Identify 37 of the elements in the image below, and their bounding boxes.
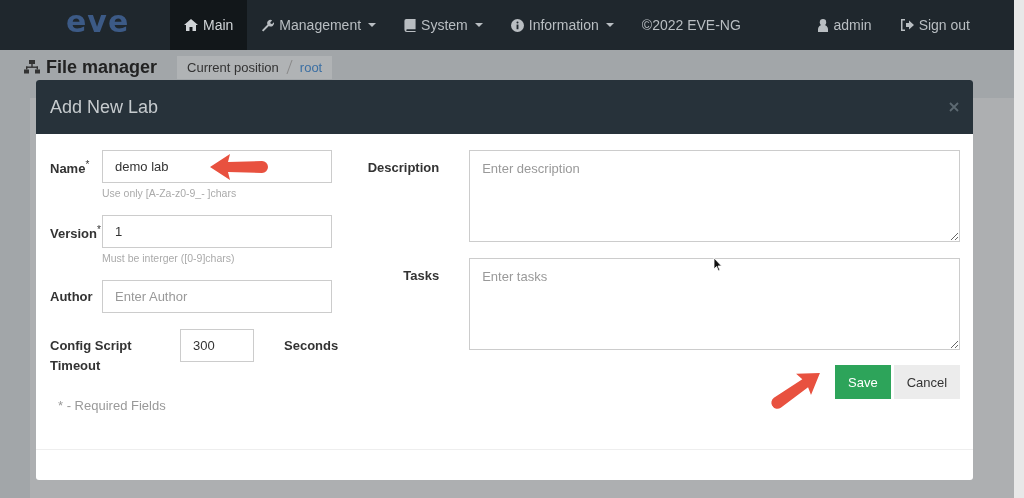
field-label: Version$^{*}$ xyxy=(50,223,102,244)
home-icon xyxy=(184,19,198,31)
help-text: Use only [A-Za-z0-9_- ]chars xyxy=(102,187,238,201)
field-label: Config Script Timeout xyxy=(50,337,133,375)
sitemap-icon xyxy=(24,60,40,74)
unit-label: Seconds xyxy=(284,337,339,353)
input-field[interactable]: demo lab xyxy=(102,150,332,183)
required-note: * - Required Fields xyxy=(58,398,167,413)
text-area[interactable]: Enter tasks xyxy=(469,258,961,350)
nav-item[interactable]: ©2022 EVE-NG xyxy=(627,0,755,50)
help-text: Must be interger ([0-9]chars) xyxy=(102,252,236,266)
text-area[interactable]: Enter description xyxy=(469,150,961,242)
nav-item[interactable]: admin xyxy=(804,0,886,50)
nav-item[interactable]: Sign out xyxy=(885,0,984,50)
field-label: Description xyxy=(366,159,440,177)
nav-item[interactable]: Main xyxy=(170,0,248,50)
input-field[interactable]: Enter Author xyxy=(102,280,332,313)
user-icon xyxy=(818,18,829,32)
mouse-cursor-icon xyxy=(713,257,723,272)
field-label: Tasks xyxy=(402,267,440,285)
sign-out-icon xyxy=(899,19,914,31)
breadcrumb-text: Current position xyxy=(187,59,279,75)
scrollbar[interactable] xyxy=(1014,0,1024,498)
book-icon xyxy=(404,18,417,32)
nav-item[interactable]: Management xyxy=(247,0,391,50)
input-field[interactable]: 1 xyxy=(102,215,332,248)
info-icon xyxy=(510,18,524,32)
cancel-button[interactable]: Cancel xyxy=(893,365,961,399)
nav-item[interactable]: System xyxy=(390,0,497,50)
field-label: Author xyxy=(50,288,94,306)
field-label: Name$^{*}$ xyxy=(50,158,91,179)
nav-item[interactable]: Information xyxy=(496,0,628,50)
modal-title: Add New Lab xyxy=(50,96,159,118)
input-field[interactable]: 300 xyxy=(180,329,254,362)
wrench-icon xyxy=(261,18,275,32)
page-title: File manager xyxy=(46,56,158,78)
close-icon[interactable] xyxy=(949,102,959,112)
